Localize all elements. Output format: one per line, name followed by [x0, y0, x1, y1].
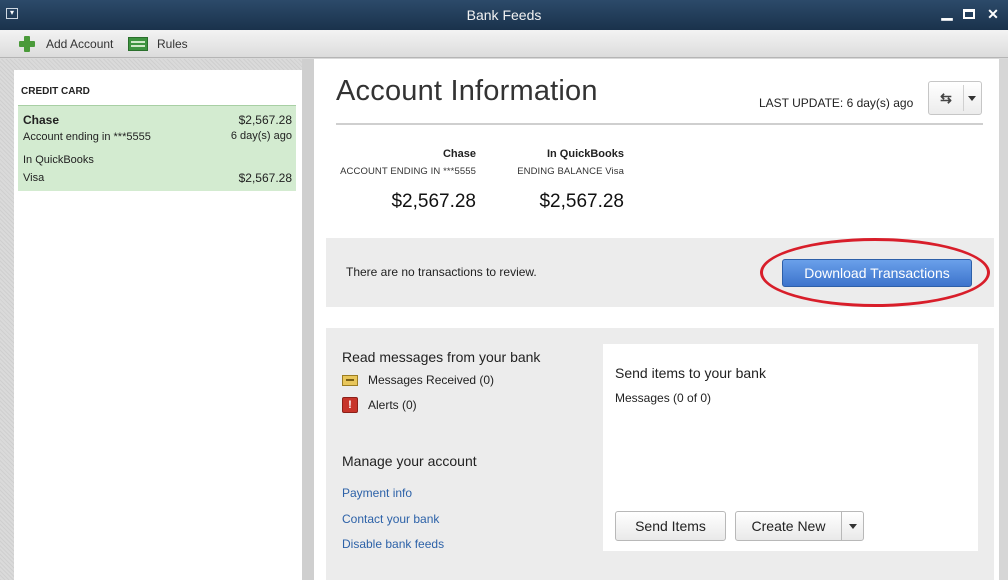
bank-summary-sub: ACCOUNT ENDING IN ***5555	[340, 166, 476, 177]
send-items-heading: Send items to your bank	[615, 365, 766, 381]
create-new-button[interactable]: Create New	[735, 511, 842, 541]
accounts-sidebar: CREDIT CARD Chase $2,567.28 Account endi…	[0, 59, 314, 580]
messages-received-item[interactable]: Messages Received (0)	[342, 373, 494, 387]
accounts-list: CREDIT CARD Chase $2,567.28 Account endi…	[14, 70, 302, 580]
window-right-edge	[999, 59, 1008, 580]
qb-summary: In QuickBooks ENDING BALANCE Visa $2,567…	[510, 148, 624, 213]
send-items-button[interactable]: Send Items	[615, 511, 726, 541]
account-information-panel: Account Information LAST UPDATE: 6 day(s…	[314, 59, 1008, 580]
account-name: Chase	[23, 113, 60, 127]
add-account-button[interactable]: Add Account	[18, 35, 113, 53]
send-messages-count: Messages (0 of 0)	[615, 391, 712, 405]
window-title: Bank Feeds	[466, 7, 542, 23]
in-quickbooks-label: In QuickBooks	[23, 154, 94, 166]
window-title-bar: ▾ Bank Feeds ▁ ✕	[0, 0, 1008, 30]
messages-received-label: Messages Received (0)	[368, 373, 495, 387]
refresh-divider	[963, 85, 964, 111]
bank-messages-section: Read messages from your bank Messages Re…	[326, 328, 994, 580]
bank-summary-amount: $2,567.28	[391, 191, 476, 212]
account-item-chase[interactable]: Chase $2,567.28 Account ending in ***555…	[18, 105, 296, 191]
chevron-down-icon[interactable]	[968, 96, 976, 101]
rules-icon	[128, 37, 148, 51]
account-updated: 6 day(s) ago	[230, 130, 292, 142]
maximize-button[interactable]	[960, 6, 978, 22]
download-transactions-button[interactable]: Download Transactions	[782, 259, 972, 287]
account-balance: $2,567.28	[238, 113, 292, 127]
account-ending: Account ending in ***5555	[23, 131, 151, 143]
alert-icon: !	[342, 397, 358, 413]
qb-summary-sub: ENDING BALANCE Visa	[517, 166, 624, 177]
add-account-label: Add Account	[46, 37, 114, 51]
page-title: Account Information	[336, 75, 598, 107]
minimize-button[interactable]: ▁	[938, 4, 956, 21]
refresh-icon: ⇆	[940, 90, 952, 106]
qb-account-balance: $2,567.28	[238, 171, 292, 185]
read-messages-heading: Read messages from your bank	[342, 349, 541, 365]
send-items-panel: Send items to your bank Messages (0 of 0…	[603, 344, 978, 551]
plus-icon	[18, 35, 36, 53]
rules-button[interactable]: Rules	[128, 35, 188, 53]
rules-label: Rules	[157, 37, 188, 51]
qb-summary-heading: In QuickBooks	[546, 148, 624, 160]
last-update: LAST UPDATE: 6 day(s) ago	[759, 96, 914, 110]
refresh-button[interactable]: ⇆	[928, 81, 982, 115]
review-message: There are no transactions to review.	[346, 265, 537, 279]
maximize-icon	[963, 9, 975, 19]
qb-summary-amount: $2,567.28	[539, 191, 624, 212]
manage-account-heading: Manage your account	[342, 453, 477, 469]
bank-summary-heading: Chase	[442, 148, 476, 160]
payment-info-link[interactable]: Payment info	[342, 486, 412, 500]
chevron-down-icon	[849, 524, 857, 529]
alerts-label: Alerts (0)	[368, 398, 417, 412]
panel-splitter[interactable]	[302, 59, 314, 580]
create-new-dropdown-button[interactable]	[841, 511, 864, 541]
alerts-item[interactable]: ! Alerts (0)	[342, 397, 417, 413]
envelope-icon	[342, 374, 358, 386]
toolbar: Add Account Rules	[0, 30, 1008, 58]
divider	[336, 123, 983, 125]
section-label: CREDIT CARD	[21, 86, 90, 97]
qb-account-name: Visa	[23, 172, 45, 184]
review-section: There are no transactions to review. Dow…	[326, 238, 994, 307]
disable-bank-feeds-link[interactable]: Disable bank feeds	[342, 537, 444, 551]
close-button[interactable]: ✕	[984, 6, 1002, 23]
bank-summary: Chase ACCOUNT ENDING IN ***5555 $2,567.2…	[334, 148, 476, 213]
contact-bank-link[interactable]: Contact your bank	[342, 512, 439, 526]
